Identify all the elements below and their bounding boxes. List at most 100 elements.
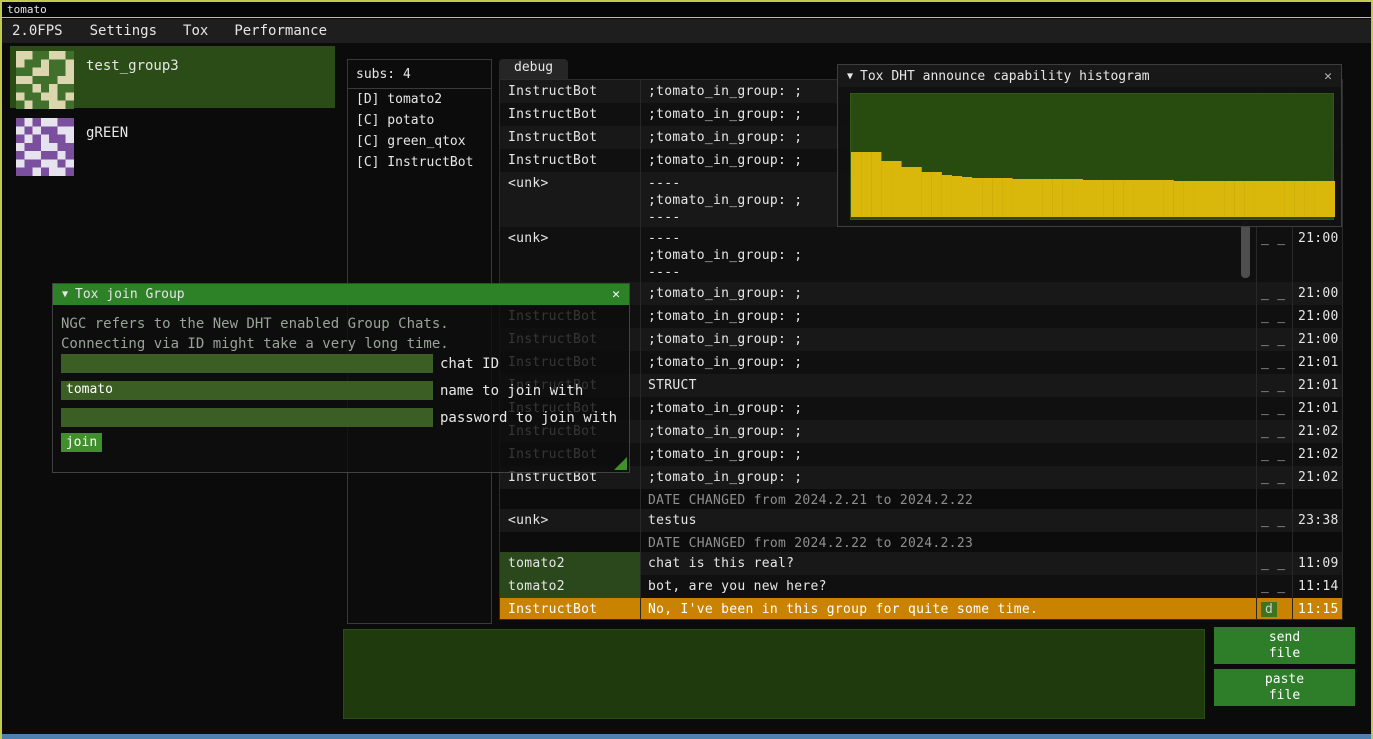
chat-message: DATE CHANGED from 2024.2.21 to 2024.2.22 <box>640 489 1256 509</box>
chat-timestamp: 21:01 <box>1292 397 1342 420</box>
send-file-button[interactable]: send file <box>1214 627 1355 664</box>
chat-message: ;tomato_in_group: ; <box>640 351 1256 374</box>
chat-flags: _ _ <box>1256 328 1292 351</box>
chat-message: ----;tomato_in_group: ;---- <box>640 227 1256 282</box>
dht-histogram-title: Tox DHT announce capability histogram <box>860 69 1150 84</box>
join-group-titlebar[interactable]: ▼ Tox join Group ✕ <box>53 284 629 305</box>
message-input[interactable] <box>343 629 1205 719</box>
join-field-label: chat ID <box>440 356 499 372</box>
chat-flags: _ _ <box>1256 466 1292 489</box>
chat-flags: _ _ <box>1256 227 1292 282</box>
chat-message: ;tomato_in_group: ; <box>640 397 1256 420</box>
chat-sender: tomato2 <box>500 552 640 575</box>
histogram-plot-svg <box>851 94 1335 221</box>
close-icon[interactable]: ✕ <box>1324 69 1332 84</box>
member-list: [D] tomato2[C] potato[C] green_qtox[C] I… <box>348 89 491 173</box>
group-name: test_group3 <box>86 58 179 103</box>
chat-flags: _ _ <box>1256 509 1292 532</box>
window-titlebar[interactable]: tomato <box>2 2 1371 18</box>
tab-debug[interactable]: debug <box>499 59 568 79</box>
chat-sender: InstructBot <box>500 126 640 149</box>
paste-file-button[interactable]: paste file <box>1214 669 1355 706</box>
chat-flags: _ _ <box>1256 575 1292 598</box>
chat-sender: <unk> <box>500 227 640 282</box>
chat-sender: <unk> <box>500 172 640 227</box>
chat-timestamp: 21:02 <box>1292 443 1342 466</box>
collapse-icon[interactable]: ▼ <box>62 289 68 300</box>
member-item[interactable]: [C] potato <box>348 110 491 131</box>
join-info: NGC refers to the New DHT enabled Group … <box>61 314 621 354</box>
member-item[interactable]: [D] tomato2 <box>348 89 491 110</box>
group-item-gREEN[interactable]: gREEN <box>10 113 335 175</box>
chat-row: DATE CHANGED from 2024.2.22 to 2024.2.23 <box>500 532 1342 552</box>
chat-flags: _ _ <box>1256 420 1292 443</box>
member-item[interactable]: [C] green_qtox <box>348 131 491 152</box>
chat-timestamp: 21:00 <box>1292 305 1342 328</box>
join-input-password-to-join-with[interactable] <box>61 408 433 427</box>
join-input-chat-ID[interactable] <box>61 354 433 373</box>
join-info-line: NGC refers to the New DHT enabled Group … <box>61 314 621 334</box>
menu-item-tox[interactable]: Tox <box>170 19 221 43</box>
group-avatar <box>16 118 74 176</box>
chat-message: ;tomato_in_group: ; <box>640 443 1256 466</box>
member-item[interactable]: [C] InstructBot <box>348 152 491 173</box>
chat-flags: _ _ <box>1256 305 1292 328</box>
chat-scrollbar[interactable] <box>1241 221 1250 278</box>
chat-timestamp <box>1292 489 1342 509</box>
chat-flags: _ _ <box>1256 282 1292 305</box>
chat-timestamp: 11:14 <box>1292 575 1342 598</box>
chat-timestamp: 21:00 <box>1292 282 1342 305</box>
group-item-test_group3[interactable]: test_group3 <box>10 46 335 108</box>
window-bottom-border <box>2 734 1371 739</box>
chat-row: tomato2bot, are you new here?_ _11:14 <box>500 575 1342 598</box>
chat-sender: InstructBot <box>500 80 640 103</box>
chat-timestamp: 21:00 <box>1292 227 1342 282</box>
chat-row: DATE CHANGED from 2024.2.21 to 2024.2.22 <box>500 489 1342 509</box>
chat-timestamp: 21:00 <box>1292 328 1342 351</box>
chat-timestamp <box>1292 532 1342 552</box>
chat-message: STRUCT <box>640 374 1256 397</box>
menu-item-settings[interactable]: Settings <box>77 19 170 43</box>
chat-sender <box>500 489 640 509</box>
chat-flags: _ _ <box>1256 351 1292 374</box>
chat-message: ;tomato_in_group: ; <box>640 282 1256 305</box>
chat-sender: tomato2 <box>500 575 640 598</box>
close-icon[interactable]: ✕ <box>612 287 620 302</box>
collapse-icon[interactable]: ▼ <box>847 71 853 82</box>
chat-message: bot, are you new here? <box>640 575 1256 598</box>
dht-histogram-titlebar[interactable]: ▼ Tox DHT announce capability histogram … <box>838 65 1341 87</box>
chat-timestamp: 21:01 <box>1292 351 1342 374</box>
menu-item-performance[interactable]: Performance <box>221 19 340 43</box>
chat-timestamp: 21:02 <box>1292 420 1342 443</box>
join-group-window: ▼ Tox join Group ✕ NGC refers to the New… <box>52 283 630 473</box>
chat-row: <unk>----;tomato_in_group: ;----_ _21:00 <box>500 227 1342 282</box>
chat-sender: InstructBot <box>500 598 640 620</box>
chat-message: testus <box>640 509 1256 532</box>
histogram-plot <box>850 93 1334 220</box>
resize-grip[interactable] <box>614 457 627 470</box>
chat-flags: d <box>1256 598 1292 620</box>
chat-flags <box>1256 489 1292 509</box>
chat-flags: _ _ <box>1256 374 1292 397</box>
group-name: gREEN <box>86 125 128 170</box>
chat-flags: _ _ <box>1256 443 1292 466</box>
chat-row: <unk>testus_ _23:38 <box>500 509 1342 532</box>
chat-sender: InstructBot <box>500 149 640 172</box>
chat-flags: _ _ <box>1256 552 1292 575</box>
join-input-name-to-join-with[interactable]: tomato <box>61 381 433 400</box>
join-field-label: password to join with <box>440 410 617 426</box>
menubar-items: SettingsToxPerformance <box>77 19 340 43</box>
chat-message: DATE CHANGED from 2024.2.22 to 2024.2.23 <box>640 532 1256 552</box>
chat-timestamp: 21:01 <box>1292 374 1342 397</box>
join-field-row: chat ID <box>61 354 499 373</box>
join-button[interactable]: join <box>61 433 102 452</box>
chat-message: ;tomato_in_group: ; <box>640 328 1256 351</box>
menubar: 2.0FPS SettingsToxPerformance <box>2 19 1371 43</box>
fps-counter: 2.0FPS <box>2 23 77 39</box>
chat-message: No, I've been in this group for quite so… <box>640 598 1256 620</box>
chat-timestamp: 11:15 <box>1292 598 1342 620</box>
chat-sender: InstructBot <box>500 103 640 126</box>
dht-histogram-window: ▼ Tox DHT announce capability histogram … <box>837 64 1342 227</box>
chat-row: tomato2chat is this real?_ _11:09 <box>500 552 1342 575</box>
chat-flags: _ _ <box>1256 397 1292 420</box>
